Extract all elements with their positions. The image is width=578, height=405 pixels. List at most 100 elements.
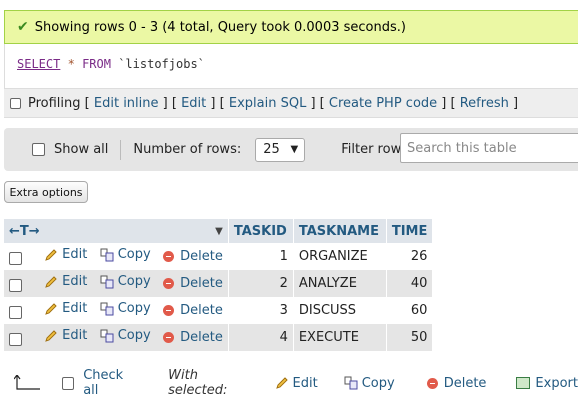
with-selected-label: With selected:	[168, 368, 228, 398]
column-header-taskname[interactable]: TASKNAME	[293, 219, 387, 243]
cell-taskname: ANALYZE	[293, 270, 387, 297]
cell-taskid: 1	[228, 243, 294, 270]
edit-label: Edit	[62, 247, 88, 263]
rows-per-page-select[interactable]: 25 ▼	[255, 137, 306, 162]
refresh-link[interactable]: Refresh	[460, 96, 509, 111]
pencil-icon	[44, 248, 58, 262]
success-message: ✔ Showing rows 0 - 3 (4 total, Query too…	[4, 10, 578, 44]
delete-row-button[interactable]: Delete	[163, 276, 223, 291]
copy-row-button[interactable]: Copy	[100, 328, 151, 343]
bracket: [	[450, 95, 456, 111]
query-links-bar: Profiling [ Edit inline ] [ Edit ] [ Exp…	[4, 88, 578, 118]
extra-options-button[interactable]: Extra options	[4, 181, 88, 203]
arrow-up-icon	[13, 374, 40, 391]
bulk-actions-bar: Check all With selected: Edit Copy Delet…	[13, 368, 578, 398]
delete-icon	[163, 250, 175, 262]
rows-per-page-value: 25	[263, 142, 280, 157]
row-checkbox[interactable]	[9, 251, 22, 265]
bulk-edit-button[interactable]: Edit	[275, 376, 318, 391]
delete-label: Delete	[180, 275, 223, 291]
bracket: ]	[210, 95, 216, 111]
bulk-export-button[interactable]: Export	[516, 376, 578, 391]
number-of-rows-label: Number of rows:	[133, 142, 242, 157]
sql-query-box: SELECT * FROM `listofjobs`	[4, 44, 578, 88]
sql-star: *	[67, 57, 75, 71]
cell-taskname: ORGANIZE	[293, 243, 387, 270]
bracket: ]	[162, 95, 168, 111]
actions-header: ←T→ ▼	[4, 219, 229, 243]
profiling-label: Profiling	[28, 95, 81, 111]
check-icon: ✔	[17, 19, 29, 35]
check-all-label[interactable]: Check all	[83, 368, 138, 398]
cell-time: 60	[386, 297, 434, 324]
cell-taskname: EXECUTE	[293, 324, 387, 351]
edit-row-button[interactable]: Edit	[44, 247, 87, 262]
cell-taskid: 4	[228, 324, 294, 351]
pencil-icon	[275, 376, 289, 390]
row-checkbox[interactable]	[9, 305, 22, 319]
delete-icon	[426, 377, 438, 389]
profiling-checkbox[interactable]	[10, 97, 21, 109]
copy-icon	[100, 302, 114, 316]
pencil-icon	[44, 302, 58, 316]
bulk-copy-button[interactable]: Copy	[344, 376, 395, 391]
edit-row-button[interactable]: Edit	[44, 274, 87, 289]
filter-rows-input[interactable]	[400, 133, 578, 163]
success-text: Showing rows 0 - 3 (4 total, Query took …	[34, 19, 406, 35]
edit-link[interactable]: Edit	[181, 96, 206, 111]
create-php-code-link[interactable]: Create PHP code	[329, 96, 437, 111]
copy-row-button[interactable]: Copy	[100, 274, 151, 289]
edit-row-button[interactable]: Edit	[44, 328, 87, 343]
copy-icon	[100, 275, 114, 289]
table-row: Edit Copy Delete 2 ANALYZE 40	[4, 270, 434, 297]
export-icon	[516, 377, 531, 389]
delete-row-button[interactable]: Delete	[163, 249, 223, 264]
cell-taskname: DISCUSS	[293, 297, 387, 324]
bracket: ]	[512, 95, 519, 111]
delete-label: Delete	[180, 302, 223, 318]
edit-row-button[interactable]: Edit	[44, 301, 87, 316]
row-checkbox[interactable]	[9, 332, 22, 346]
show-all-checkbox[interactable]	[32, 143, 45, 156]
column-header-time[interactable]: TIME	[386, 219, 434, 243]
show-all-label: Show all	[54, 142, 109, 157]
bracket: ]	[310, 95, 316, 111]
copy-row-button[interactable]: Copy	[100, 301, 151, 316]
edit-label: Edit	[62, 301, 88, 317]
copy-icon	[100, 329, 114, 343]
bulk-delete-button[interactable]: Delete	[426, 376, 486, 391]
bracket: ]	[441, 95, 447, 111]
delete-icon	[163, 331, 175, 343]
copy-row-button[interactable]: Copy	[100, 247, 151, 262]
bulk-copy-label: Copy	[361, 375, 395, 391]
cell-time: 26	[386, 243, 434, 270]
edit-inline-link[interactable]: Edit inline	[94, 96, 159, 111]
copy-label: Copy	[117, 247, 151, 263]
delete-row-button[interactable]: Delete	[163, 303, 223, 318]
delete-label: Delete	[180, 248, 223, 264]
column-header-taskid[interactable]: TASKID	[228, 219, 294, 243]
bracket: [	[219, 95, 225, 111]
pencil-icon	[44, 275, 58, 289]
bracket: [	[84, 95, 90, 111]
sql-keyword-from: FROM	[82, 57, 111, 71]
copy-icon	[100, 248, 114, 262]
divider	[120, 139, 122, 160]
check-all-checkbox[interactable]	[62, 376, 75, 390]
chevron-down-icon: ▼	[290, 144, 299, 155]
bracket: [	[319, 95, 325, 111]
cell-time: 40	[386, 270, 434, 297]
delete-label: Delete	[180, 329, 223, 345]
row-checkbox[interactable]	[9, 278, 22, 292]
column-arrows-icon[interactable]: ←T→	[9, 224, 40, 239]
navigation-bar: Show all Number of rows: 25 ▼ Filter row…	[4, 128, 578, 171]
bracket: [	[171, 95, 177, 111]
copy-icon	[344, 376, 358, 390]
copy-label: Copy	[117, 328, 151, 344]
sort-down-icon[interactable]: ▼	[215, 226, 223, 237]
edit-label: Edit	[62, 274, 88, 290]
explain-sql-link[interactable]: Explain SQL	[229, 96, 306, 111]
cell-time: 50	[386, 324, 434, 351]
edit-label: Edit	[62, 328, 88, 344]
delete-row-button[interactable]: Delete	[163, 330, 223, 345]
